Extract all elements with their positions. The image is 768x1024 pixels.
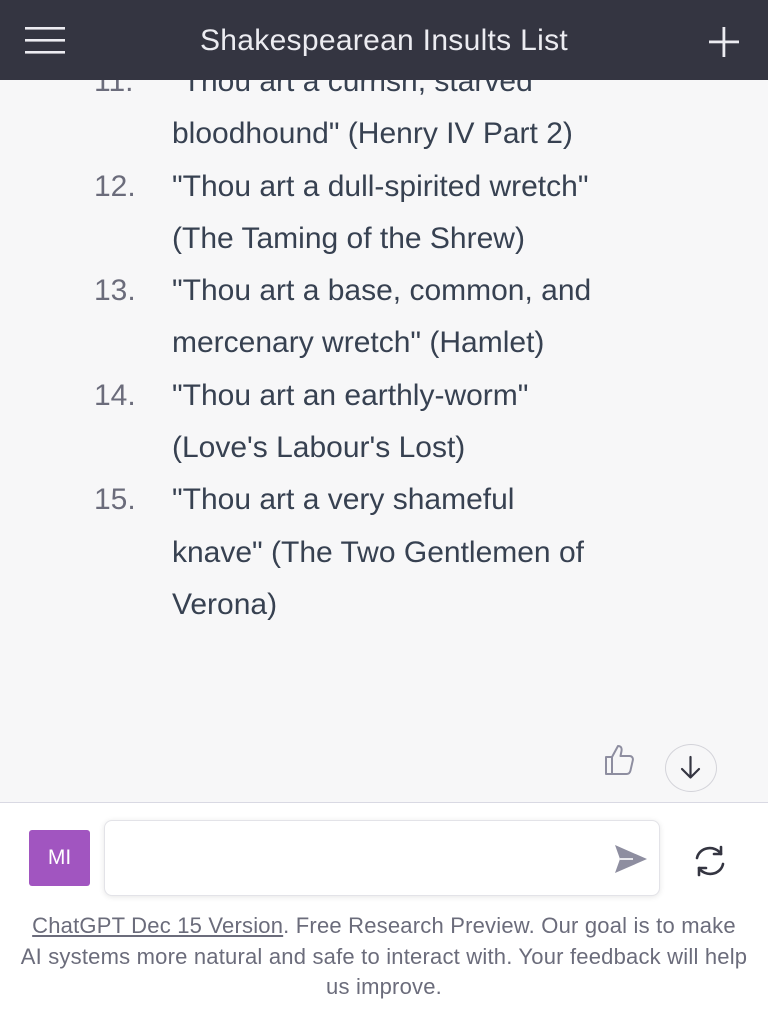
list-item: 15. "Thou art a very shameful knave" (Th…	[0, 474, 768, 631]
list-item-number: 15.	[94, 483, 136, 517]
list-item: 13. "Thou art a base, common, and mercen…	[0, 265, 768, 370]
thumbs-up-icon[interactable]	[600, 740, 640, 780]
list-item-number: 14.	[94, 378, 136, 412]
list-item: 11. "Thou art a currish, starved bloodho…	[0, 80, 768, 161]
assistant-message: 11. "Thou art a currish, starved bloodho…	[0, 80, 768, 802]
list-item-number: 12.	[94, 169, 136, 203]
list-item: 12. "Thou art a dull-spirited wretch" (T…	[0, 161, 768, 266]
message-input[interactable]	[121, 835, 605, 883]
paper-plane-icon[interactable]	[611, 841, 651, 877]
list-item-text: "Thou art a very shameful knave" (The Tw…	[172, 483, 584, 621]
avatar: MI	[29, 830, 90, 886]
version-link[interactable]: ChatGPT Dec 15 Version	[32, 913, 283, 938]
top-bar: Shakespearean Insults List	[0, 0, 768, 80]
scroll-down-button[interactable]	[665, 744, 717, 792]
chat-app: Shakespearean Insults List 11. "Thou art…	[0, 0, 768, 1024]
list-item-number: 13.	[94, 274, 136, 308]
message-input-container[interactable]	[104, 820, 660, 896]
composer: MI ChatGPT Dec 15 Version. Free Research…	[0, 803, 768, 1024]
list-item: 14. "Thou art an earthly-worm" (Love's L…	[0, 370, 768, 475]
insults-list: 11. "Thou art a currish, starved bloodho…	[0, 80, 768, 631]
list-item-text: "Thou art an earthly-worm" (Love's Labou…	[172, 378, 529, 465]
list-item-text: "Thou art a currish, starved bloodhound"…	[172, 80, 573, 151]
plus-icon[interactable]	[702, 20, 746, 64]
list-item-text: "Thou art a dull-spirited wretch" (The T…	[172, 169, 589, 255]
list-item-number: 11.	[94, 80, 134, 98]
page-title: Shakespearean Insults List	[199, 24, 569, 57]
list-item-text: "Thou art a base, common, and mercenary …	[172, 274, 592, 360]
refresh-icon[interactable]	[690, 843, 730, 879]
arrow-down-icon	[680, 755, 701, 779]
footer-disclaimer: ChatGPT Dec 15 Version. Free Research Pr…	[20, 911, 748, 1003]
